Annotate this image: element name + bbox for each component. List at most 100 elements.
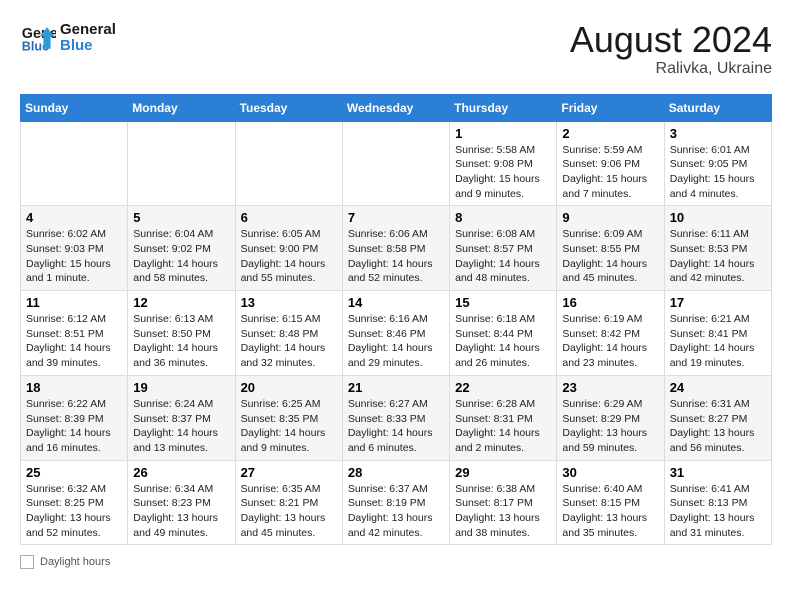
day-info: Sunrise: 6:29 AMSunset: 8:29 PMDaylight:… [562,397,658,456]
day-number: 3 [670,126,766,141]
calendar-table: SundayMondayTuesdayWednesdayThursdayFrid… [20,94,772,546]
header-wednesday: Wednesday [342,94,449,121]
day-number: 1 [455,126,551,141]
day-info: Sunrise: 6:02 AMSunset: 9:03 PMDaylight:… [26,227,122,286]
footer-label: Daylight hours [40,556,110,568]
header-saturday: Saturday [664,94,771,121]
cell-w3-d7: 17Sunrise: 6:21 AMSunset: 8:41 PMDayligh… [664,291,771,376]
week-row-5: 25 Sunrise: 6:32 AMSunset: 8:25 PMDayligh… [21,460,772,545]
day-info: Sunrise: 6:25 AMSunset: 8:35 PMDaylight:… [241,397,337,456]
day-number: 8 [455,210,551,225]
day-info: Sunrise: 6:05 AMSunset: 9:00 PMDaylight:… [241,227,337,286]
day-info: Sunrise: 6:01 AMSunset: 9:05 PMDaylight:… [670,143,766,202]
cell-w1-d7: 3 Sunrise: 6:01 AMSunset: 9:05 PMDaylight… [664,121,771,206]
footer: Daylight hours [20,555,772,569]
day-number: 29 [455,465,551,480]
week-row-2: 4 Sunrise: 6:02 AMSunset: 9:03 PMDaylight… [21,206,772,291]
day-number: 11 [26,295,122,310]
week-row-1: 1 Sunrise: 5:58 AMSunset: 9:08 PMDaylight… [21,121,772,206]
cell-w2-d7: 10 Sunrise: 6:11 AMSunset: 8:53 PMDayligh… [664,206,771,291]
day-number: 26 [133,465,229,480]
day-number: 10 [670,210,766,225]
logo-general: General [60,22,116,39]
cell-w4-d7: 24Sunrise: 6:31 AMSunset: 8:27 PMDayligh… [664,375,771,460]
calendar-header-row: SundayMondayTuesdayWednesdayThursdayFrid… [21,94,772,121]
day-number: 16 [562,295,658,310]
day-number: 28 [348,465,444,480]
title-block: August 2024 Ralivka, Ukraine [570,20,772,78]
day-number: 7 [348,210,444,225]
day-number: 15 [455,295,551,310]
cell-w3-d5: 15 Sunrise: 6:18 AMSunset: 8:44 PMDayligh… [450,291,557,376]
day-info: Sunrise: 6:38 AMSunset: 8:17 PMDaylight:… [455,482,551,541]
day-number: 31 [670,465,766,480]
cell-w2-d5: 8 Sunrise: 6:08 AMSunset: 8:57 PMDaylight… [450,206,557,291]
day-number: 4 [26,210,122,225]
day-info: Sunrise: 6:13 AMSunset: 8:50 PMDaylight:… [133,312,229,371]
day-number: 13 [241,295,337,310]
day-info: Sunrise: 6:37 AMSunset: 8:19 PMDaylight:… [348,482,444,541]
week-row-3: 11 Sunrise: 6:12 AMSunset: 8:51 PMDayligh… [21,291,772,376]
logo-icon: General Blue [20,20,56,56]
day-number: 9 [562,210,658,225]
day-info: Sunrise: 6:16 AMSunset: 8:46 PMDaylight:… [348,312,444,371]
cell-w2-d4: 7Sunrise: 6:06 AMSunset: 8:58 PMDaylight… [342,206,449,291]
cell-w4-d4: 21Sunrise: 6:27 AMSunset: 8:33 PMDayligh… [342,375,449,460]
header-monday: Monday [128,94,235,121]
cell-w2-d1: 4 Sunrise: 6:02 AMSunset: 9:03 PMDaylight… [21,206,128,291]
day-info: Sunrise: 6:11 AMSunset: 8:53 PMDaylight:… [670,227,766,286]
cell-w3-d6: 16Sunrise: 6:19 AMSunset: 8:42 PMDayligh… [557,291,664,376]
cell-w5-d4: 28 Sunrise: 6:37 AMSunset: 8:19 PMDayligh… [342,460,449,545]
day-number: 19 [133,380,229,395]
location: Ralivka, Ukraine [570,60,772,78]
day-number: 25 [26,465,122,480]
day-info: Sunrise: 6:40 AMSunset: 8:15 PMDaylight:… [562,482,658,541]
day-info: Sunrise: 6:35 AMSunset: 8:21 PMDaylight:… [241,482,337,541]
cell-w2-d2: 5Sunrise: 6:04 AMSunset: 9:02 PMDaylight… [128,206,235,291]
cell-w2-d3: 6Sunrise: 6:05 AMSunset: 9:00 PMDaylight… [235,206,342,291]
cell-w1-d4 [342,121,449,206]
day-number: 27 [241,465,337,480]
cell-w4-d2: 19 Sunrise: 6:24 AMSunset: 8:37 PMDayligh… [128,375,235,460]
day-number: 2 [562,126,658,141]
day-info: Sunrise: 6:18 AMSunset: 8:44 PMDaylight:… [455,312,551,371]
cell-w1-d1 [21,121,128,206]
header-friday: Friday [557,94,664,121]
cell-w3-d2: 12 Sunrise: 6:13 AMSunset: 8:50 PMDayligh… [128,291,235,376]
cell-w3-d1: 11 Sunrise: 6:12 AMSunset: 8:51 PMDayligh… [21,291,128,376]
day-info: Sunrise: 6:08 AMSunset: 8:57 PMDaylight:… [455,227,551,286]
day-number: 23 [562,380,658,395]
cell-w4-d6: 23 Sunrise: 6:29 AMSunset: 8:29 PMDayligh… [557,375,664,460]
day-info: Sunrise: 6:24 AMSunset: 8:37 PMDaylight:… [133,397,229,456]
day-number: 18 [26,380,122,395]
cell-w4-d5: 22 Sunrise: 6:28 AMSunset: 8:31 PMDayligh… [450,375,557,460]
cell-w5-d5: 29 Sunrise: 6:38 AMSunset: 8:17 PMDayligh… [450,460,557,545]
header-thursday: Thursday [450,94,557,121]
day-number: 30 [562,465,658,480]
cell-w5-d3: 27 Sunrise: 6:35 AMSunset: 8:21 PMDayligh… [235,460,342,545]
day-number: 22 [455,380,551,395]
day-info: Sunrise: 6:09 AMSunset: 8:55 PMDaylight:… [562,227,658,286]
day-info: Sunrise: 6:34 AMSunset: 8:23 PMDaylight:… [133,482,229,541]
day-number: 21 [348,380,444,395]
day-info: Sunrise: 6:12 AMSunset: 8:51 PMDaylight:… [26,312,122,371]
day-info: Sunrise: 5:58 AMSunset: 9:08 PMDaylight:… [455,143,551,202]
cell-w5-d2: 26 Sunrise: 6:34 AMSunset: 8:23 PMDayligh… [128,460,235,545]
week-row-4: 18 Sunrise: 6:22 AMSunset: 8:39 PMDayligh… [21,375,772,460]
day-number: 24 [670,380,766,395]
cell-w1-d6: 2Sunrise: 5:59 AMSunset: 9:06 PMDaylight… [557,121,664,206]
cell-w1-d3 [235,121,342,206]
cell-w5-d6: 30 Sunrise: 6:40 AMSunset: 8:15 PMDayligh… [557,460,664,545]
cell-w4-d1: 18 Sunrise: 6:22 AMSunset: 8:39 PMDayligh… [21,375,128,460]
day-info: Sunrise: 6:28 AMSunset: 8:31 PMDaylight:… [455,397,551,456]
day-number: 12 [133,295,229,310]
day-info: Sunrise: 6:22 AMSunset: 8:39 PMDaylight:… [26,397,122,456]
day-number: 17 [670,295,766,310]
day-number: 5 [133,210,229,225]
day-info: Sunrise: 6:15 AMSunset: 8:48 PMDaylight:… [241,312,337,371]
day-number: 14 [348,295,444,310]
day-info: Sunrise: 6:32 AMSunset: 8:25 PMDaylight:… [26,482,122,541]
day-info: Sunrise: 6:41 AMSunset: 8:13 PMDaylight:… [670,482,766,541]
cell-w1-d5: 1 Sunrise: 5:58 AMSunset: 9:08 PMDaylight… [450,121,557,206]
page-header: General Blue General Blue August 2024 Ra… [20,20,772,78]
